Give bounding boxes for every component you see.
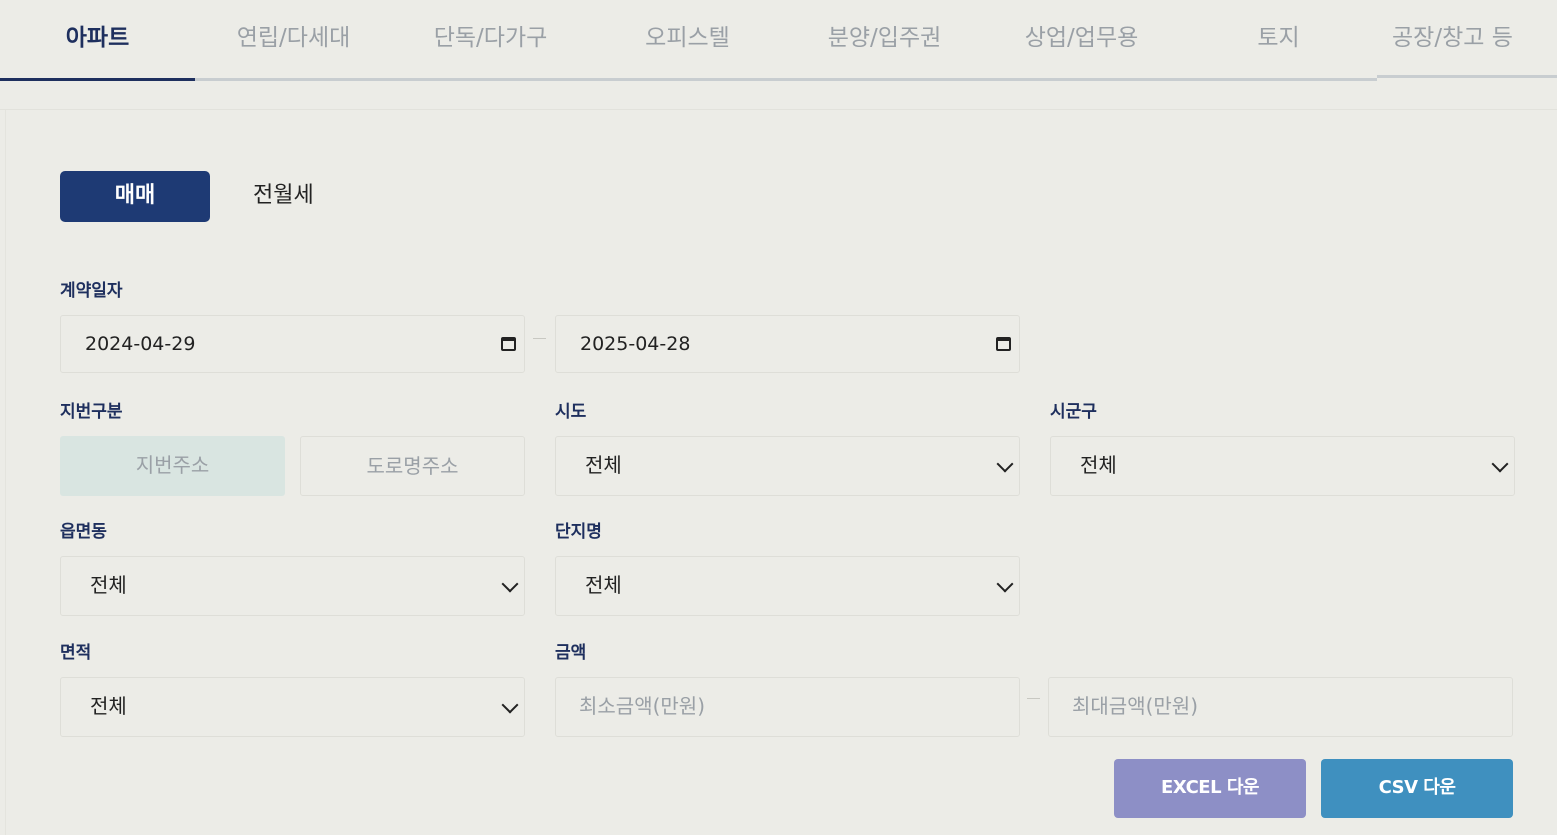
deal-type-rent-button[interactable]: 전월세: [253, 171, 314, 222]
price-min-input[interactable]: 최소금액(만원): [555, 677, 1020, 737]
chevron-down-icon: [996, 455, 1014, 473]
price-min-placeholder: 최소금액(만원): [579, 694, 706, 718]
tab-apartment[interactable]: 아파트: [0, 0, 195, 81]
area-label: 면적: [60, 643, 92, 663]
area-value: 전체: [90, 694, 127, 718]
lot-address-option[interactable]: 지번주소: [60, 436, 285, 496]
range-dash: [1027, 698, 1040, 699]
range-dash: [533, 338, 546, 339]
sigungu-value: 전체: [1080, 453, 1117, 477]
tab-factory[interactable]: 공장/창고 등: [1377, 0, 1557, 78]
area-select[interactable]: 전체: [60, 677, 525, 737]
complex-value: 전체: [585, 573, 622, 597]
contract-date-end-input[interactable]: 2025-04-28: [555, 315, 1020, 373]
calendar-icon[interactable]: [996, 337, 1011, 351]
tab-house[interactable]: 단독/다가구: [392, 0, 589, 81]
deal-type-sale-button[interactable]: 매매: [60, 171, 210, 222]
price-max-placeholder: 최대금액(만원): [1072, 694, 1199, 718]
tab-villa[interactable]: 연립/다세대: [195, 0, 392, 81]
property-type-tabs: 아파트 연립/다세대 단독/다가구 오피스텔 분양/입주권 상업/업무용 토지 …: [0, 0, 1557, 81]
complex-select[interactable]: 전체: [555, 556, 1020, 616]
sido-select[interactable]: 전체: [555, 436, 1020, 496]
price-max-input[interactable]: 최대금액(만원): [1048, 677, 1513, 737]
chevron-down-icon: [501, 575, 519, 593]
lot-type-label: 지번구분: [60, 402, 123, 422]
sigungu-select[interactable]: 전체: [1050, 436, 1515, 496]
tab-presale[interactable]: 분양/입주권: [786, 0, 983, 81]
road-address-option[interactable]: 도로명주소: [300, 436, 525, 496]
complex-label: 단지명: [555, 522, 602, 542]
price-label: 금액: [555, 643, 587, 663]
sido-value: 전체: [585, 453, 622, 477]
chevron-down-icon: [996, 575, 1014, 593]
sido-label: 시도: [555, 402, 587, 422]
eupmyeondong-select[interactable]: 전체: [60, 556, 525, 616]
sigungu-label: 시군구: [1050, 402, 1097, 422]
chevron-down-icon: [1491, 455, 1509, 473]
excel-download-button[interactable]: EXCEL 다운: [1114, 759, 1306, 818]
contract-date-end-value: 2025-04-28: [580, 333, 691, 355]
chevron-down-icon: [501, 696, 519, 714]
calendar-icon[interactable]: [501, 337, 516, 351]
tab-land[interactable]: 토지: [1180, 0, 1377, 81]
contract-date-label: 계약일자: [60, 281, 123, 301]
contract-date-start-input[interactable]: 2024-04-29: [60, 315, 525, 373]
contract-date-start-value: 2024-04-29: [85, 333, 196, 355]
tab-commercial[interactable]: 상업/업무용: [983, 0, 1180, 81]
csv-download-button[interactable]: CSV 다운: [1321, 759, 1513, 818]
eupmyeondong-label: 읍면동: [60, 522, 107, 542]
eupmyeondong-value: 전체: [90, 573, 127, 597]
tab-officetel[interactable]: 오피스텔: [589, 0, 786, 81]
